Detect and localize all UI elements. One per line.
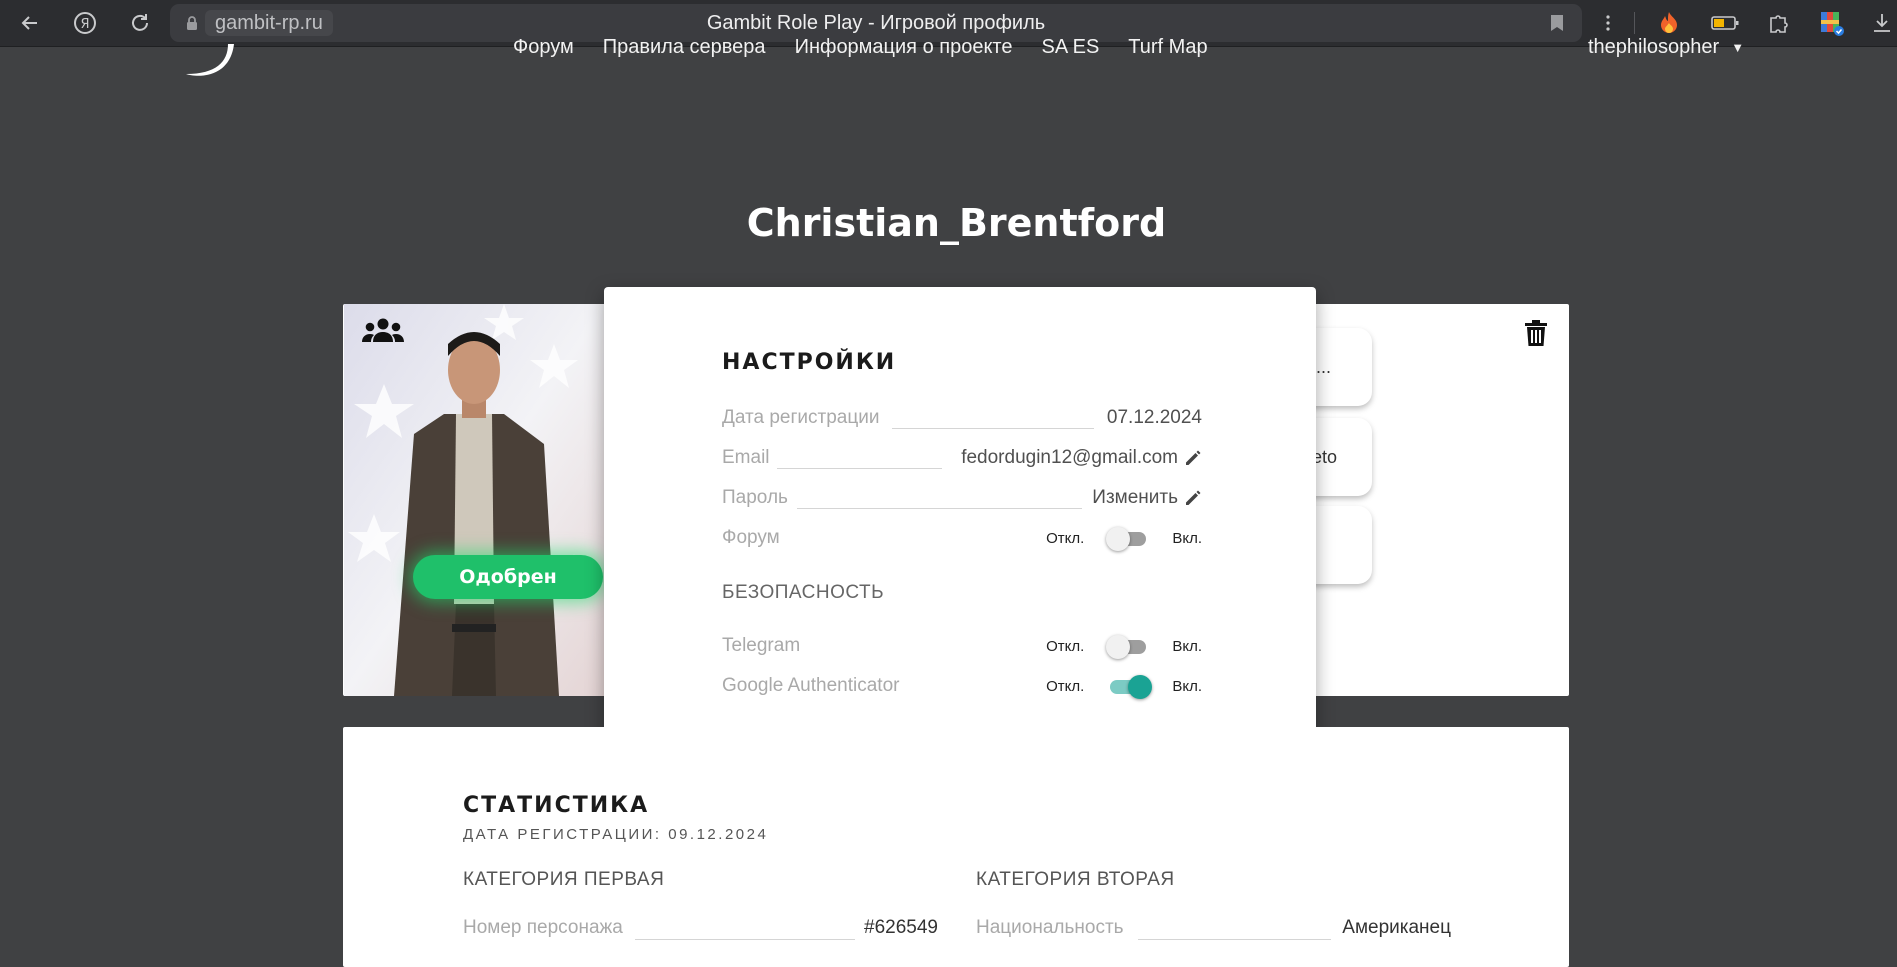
category-one-title: КАТЕГОРИЯ ПЕРВАЯ	[463, 869, 665, 890]
change-password-link[interactable]: Изменить	[1092, 487, 1178, 509]
toggle-on-label: Вкл.	[1172, 637, 1202, 655]
toggle-on-label: Вкл.	[1172, 529, 1202, 547]
google-authenticator-label: Google Authenticator	[722, 675, 900, 696]
dotted-divider	[797, 508, 1082, 509]
settings-title: НАСТРОЙКИ	[722, 350, 897, 375]
telegram-toggle-group: Откл. Вкл.	[1046, 634, 1202, 659]
toggle-off-label: Откл.	[1046, 529, 1085, 547]
google-authenticator-toggle[interactable]	[1106, 674, 1153, 699]
email-label: Email	[722, 447, 770, 468]
telegram-label: Telegram	[722, 635, 801, 656]
setting-row-google-authenticator: Google Authenticator Откл. Вкл.	[722, 672, 1202, 700]
email-value: fedordugin12@gmail.com	[961, 447, 1178, 468]
registration-label: Дата регистрации	[722, 407, 880, 428]
ga-toggle-group: Откл. Вкл.	[1046, 674, 1202, 699]
character-skin-image	[344, 304, 606, 696]
nav-project-info[interactable]: Информация о проекте	[795, 36, 1013, 59]
setting-row-password: Пароль Изменить	[722, 484, 1202, 512]
nav-forum[interactable]: Форум	[513, 36, 574, 59]
toolbar-divider	[1634, 12, 1635, 34]
nav-server-rules[interactable]: Правила сервера	[603, 36, 766, 59]
toggle-on-label: Вкл.	[1172, 677, 1202, 695]
char-number-value: #626549	[864, 917, 938, 938]
forum-toggle[interactable]	[1106, 526, 1150, 551]
stat-row-char-number: Номер персонажа #626549	[463, 917, 938, 945]
svg-text:Я: Я	[80, 17, 89, 32]
dotted-divider	[635, 939, 855, 940]
dotted-divider	[1138, 939, 1331, 940]
user-menu[interactable]: thephilosopher ▼	[1588, 36, 1744, 59]
reload-icon[interactable]	[126, 9, 154, 37]
caret-down-icon: ▼	[1731, 40, 1745, 56]
setting-row-registration: Дата регистрации 07.12.2024	[722, 404, 1202, 432]
category-two-title: КАТЕГОРИЯ ВТОРАЯ	[976, 869, 1175, 890]
settings-modal: НАСТРОЙКИ Дата регистрации 07.12.2024 Em…	[604, 287, 1316, 771]
pencil-icon[interactable]	[1184, 489, 1202, 507]
stat-row-nationality: Национальность Американец	[976, 917, 1451, 945]
more-vertical-icon[interactable]	[1594, 9, 1622, 37]
forum-toggle-group: Откл. Вкл.	[1046, 526, 1202, 551]
fire-extension-icon[interactable]	[1655, 9, 1683, 37]
pencil-icon[interactable]	[1184, 449, 1202, 467]
security-title: БЕЗОПАСНОСТЬ	[722, 582, 885, 603]
stats-title: СТАТИСТИКА	[463, 793, 650, 818]
forum-label: Форум	[722, 527, 780, 548]
email-value-wrap: fedordugin12@gmail.com	[961, 447, 1202, 469]
puzzle-extension-icon[interactable]	[1765, 9, 1793, 37]
nationality-label: Национальность	[976, 917, 1124, 938]
bookmark-icon[interactable]	[1550, 14, 1564, 36]
archive-extension-icon[interactable]	[1818, 9, 1846, 37]
setting-row-email: Email fedordugin12@gmail.com	[722, 444, 1202, 472]
username: thephilosopher	[1588, 36, 1720, 58]
yandex-home-icon[interactable]: Я	[71, 9, 99, 37]
stats-registration-date: ДАТА РЕГИСТРАЦИИ: 09.12.2024	[463, 826, 769, 843]
dotted-divider	[777, 468, 942, 469]
char-number-label: Номер персонажа	[463, 917, 623, 938]
toggle-off-label: Откл.	[1046, 637, 1085, 655]
dotted-divider	[892, 428, 1094, 429]
nationality-value: Американец	[1342, 917, 1451, 938]
toggle-off-label: Откл.	[1046, 677, 1085, 695]
setting-row-forum: Форум Откл. Вкл.	[722, 524, 1202, 552]
nav-turf-map[interactable]: Turf Map	[1128, 36, 1207, 59]
password-label: Пароль	[722, 487, 788, 508]
battery-icon[interactable]	[1711, 9, 1739, 37]
setting-row-telegram: Telegram Откл. Вкл.	[722, 632, 1202, 660]
nav-sa-es[interactable]: SA ES	[1041, 36, 1099, 59]
back-icon[interactable]	[16, 9, 44, 37]
main-nav: Форум Правила сервера Информация о проек…	[513, 36, 1208, 59]
trash-icon[interactable]	[1525, 320, 1547, 350]
telegram-toggle[interactable]	[1106, 634, 1150, 659]
character-name: Christian_Brentford	[746, 201, 1167, 245]
registration-date: 07.12.2024	[1106, 407, 1202, 428]
approved-status-button[interactable]: Одобрен	[413, 555, 603, 599]
download-icon[interactable]	[1868, 9, 1896, 37]
group-users-icon	[362, 318, 404, 348]
password-action-wrap[interactable]: Изменить	[1092, 487, 1202, 509]
site-logo-icon[interactable]	[178, 44, 238, 82]
